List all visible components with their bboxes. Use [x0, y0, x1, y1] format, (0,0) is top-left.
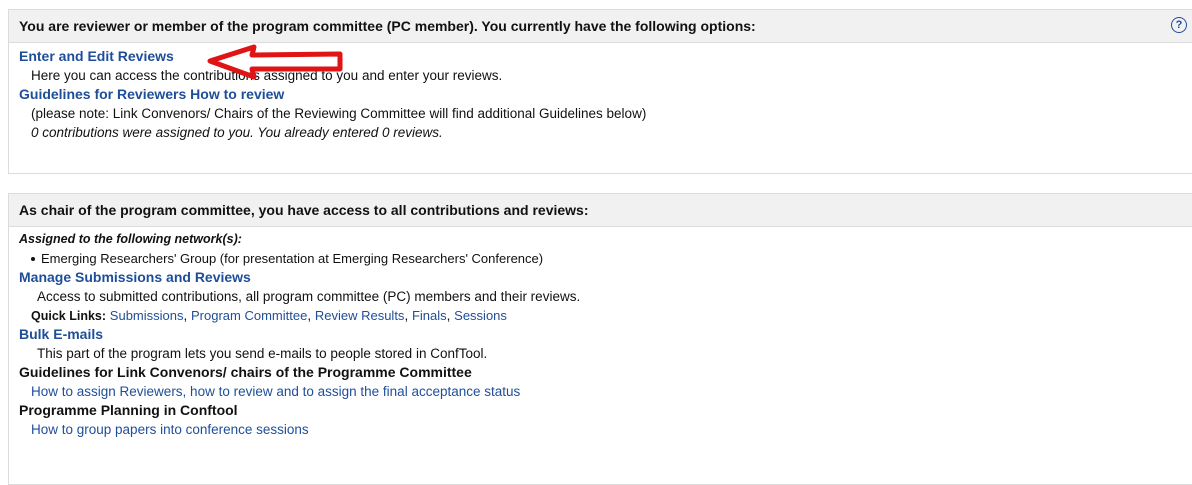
bulk-emails-link[interactable]: Bulk E-mails: [19, 326, 103, 342]
quick-link-finals[interactable]: Finals: [412, 308, 447, 323]
reviewer-options-body: Enter and Edit Reviews Here you can acce…: [9, 43, 1192, 148]
reviewer-guidelines-link[interactable]: Guidelines for Reviewers How to review: [19, 86, 284, 102]
quick-link-sessions[interactable]: Sessions: [454, 308, 507, 323]
enter-reviews-desc: Here you can access the contributions as…: [31, 68, 503, 83]
chair-heading-text: As chair of the program committee, you h…: [19, 202, 589, 218]
panel-heading: You are reviewer or member of the progra…: [9, 10, 1192, 43]
manage-submissions-link[interactable]: Manage Submissions and Reviews: [19, 269, 251, 285]
network-list-item: Emerging Researchers' Group (for present…: [19, 249, 1183, 268]
assignment-status: 0 contributions were assigned to you. Yo…: [31, 125, 443, 140]
separator: ,: [404, 308, 412, 323]
quick-links-row: Quick Links: Submissions, Program Commit…: [19, 306, 1183, 325]
enter-edit-reviews-link[interactable]: Enter and Edit Reviews: [19, 48, 174, 64]
separator: ,: [307, 308, 315, 323]
question-circle-icon[interactable]: ?: [1171, 17, 1187, 33]
assigned-networks-label: Assigned to the following network(s):: [19, 232, 242, 246]
reviewer-options-panel: You are reviewer or member of the progra…: [8, 9, 1192, 174]
programme-planning-title: Programme Planning in Conftool: [19, 402, 238, 418]
convenor-guidelines-link[interactable]: How to assign Reviewers, how to review a…: [31, 384, 520, 399]
programme-planning-link[interactable]: How to group papers into conference sess…: [31, 422, 309, 437]
manage-desc: Access to submitted contributions, all p…: [37, 289, 581, 304]
bulk-emails-desc: This part of the program lets you send e…: [37, 346, 488, 361]
quick-link-submissions[interactable]: Submissions: [110, 308, 184, 323]
quick-link-review-results[interactable]: Review Results: [315, 308, 405, 323]
separator: ,: [183, 308, 192, 323]
network-name: Emerging Researchers' Group (for present…: [41, 251, 544, 266]
reviewer-heading-text: You are reviewer or member of the progra…: [19, 18, 756, 34]
chair-body: Assigned to the following network(s): Em…: [9, 227, 1192, 445]
guidelines-note: (please note: Link Convenors/ Chairs of …: [31, 106, 647, 121]
convenor-guidelines-title: Guidelines for Link Convenors/ chairs of…: [19, 364, 472, 380]
bullet-icon: [31, 256, 35, 261]
red-arrow-left-icon: [207, 44, 343, 80]
panel-heading: As chair of the program committee, you h…: [9, 194, 1192, 227]
chair-panel: As chair of the program committee, you h…: [8, 193, 1192, 485]
quick-link-program-committee[interactable]: Program Committee: [191, 308, 307, 323]
quick-links-label: Quick Links:: [31, 309, 107, 323]
